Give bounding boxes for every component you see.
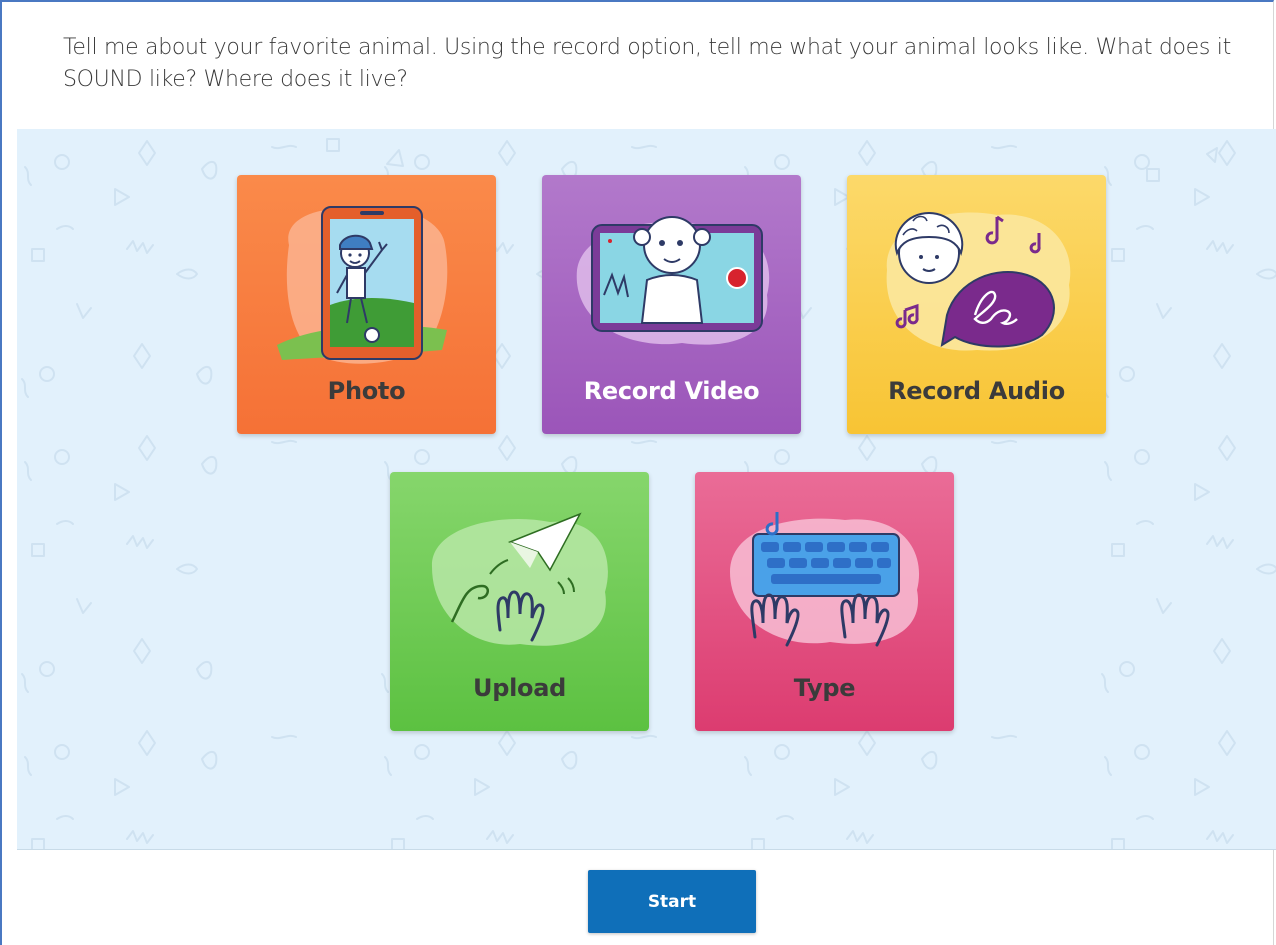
type-option-label: Type xyxy=(793,674,856,702)
record-audio-option[interactable]: Record Audio xyxy=(847,175,1106,434)
start-button[interactable]: Start xyxy=(588,870,756,933)
upload-option-label: Upload xyxy=(473,674,566,702)
upload-option[interactable]: Upload xyxy=(390,472,649,731)
record-video-option[interactable]: Record Video xyxy=(542,175,801,434)
photo-option[interactable]: Photo xyxy=(237,175,496,434)
record-audio-option-label: Record Audio xyxy=(888,377,1065,405)
response-options-area: Photo Record Video Record Audio Upload T… xyxy=(17,129,1276,850)
record-video-option-label: Record Video xyxy=(583,377,760,405)
activity-panel: Tell me about your favorite animal. Usin… xyxy=(0,0,1276,945)
activity-prompt: Tell me about your favorite animal. Usin… xyxy=(63,35,1231,92)
photo-option-label: Photo xyxy=(327,377,406,405)
type-option[interactable]: Type xyxy=(695,472,954,731)
